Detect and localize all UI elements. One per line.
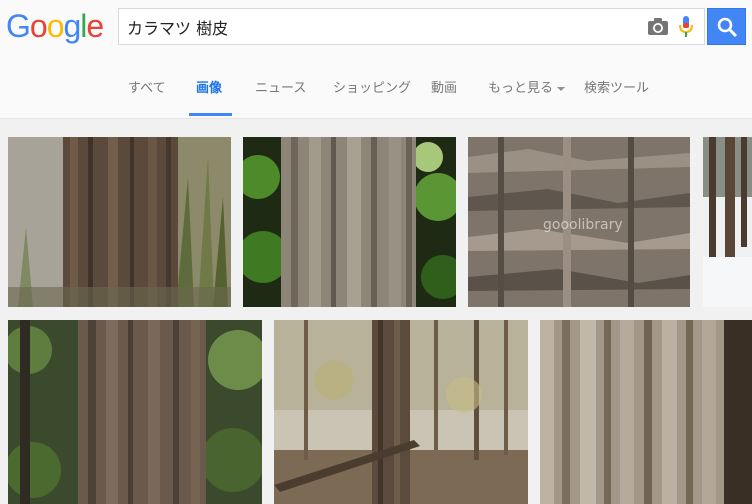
search-button[interactable] (707, 8, 746, 45)
microphone-icon[interactable] (678, 16, 694, 38)
search-box (118, 8, 705, 45)
tab-more[interactable]: もっと見る (488, 77, 566, 96)
tab-news[interactable]: ニュース (255, 77, 306, 96)
google-logo[interactable]: Google (6, 6, 104, 46)
tab-search-tools[interactable]: 検索ツール (584, 77, 649, 96)
image-result[interactable] (540, 320, 752, 504)
image-result[interactable] (703, 137, 752, 307)
image-result[interactable] (8, 320, 262, 504)
logo-letter-g: G (6, 8, 31, 44)
logo-letter-o1: o (29, 8, 48, 44)
logo-letter-g2: g (63, 8, 81, 44)
header-bar: Google すべて 画像 ニュース ショッピング 動画 もっと見る (0, 0, 752, 119)
tab-all[interactable]: すべて (128, 77, 166, 96)
search-input[interactable] (127, 9, 637, 44)
logo-letter-e: e (86, 8, 104, 44)
chevron-down-icon (557, 86, 566, 91)
search-tabs: すべて 画像 ニュース ショッピング 動画 もっと見る 検索ツール (0, 58, 752, 118)
tab-images[interactable]: 画像 (196, 77, 222, 96)
tab-more-label: もっと見る (488, 81, 554, 96)
image-result[interactable] (243, 137, 456, 307)
watermark-text: gooolibrary (543, 217, 623, 233)
tab-shopping[interactable]: ショッピング (333, 77, 411, 96)
image-result[interactable] (8, 137, 231, 307)
image-result[interactable] (274, 320, 528, 504)
logo-letter-o2: o (46, 8, 65, 44)
magnifier-icon (717, 17, 738, 38)
camera-icon[interactable] (647, 17, 669, 37)
active-tab-indicator (189, 113, 232, 116)
tab-videos[interactable]: 動画 (431, 77, 457, 96)
image-result[interactable]: gooolibrary (468, 137, 690, 307)
